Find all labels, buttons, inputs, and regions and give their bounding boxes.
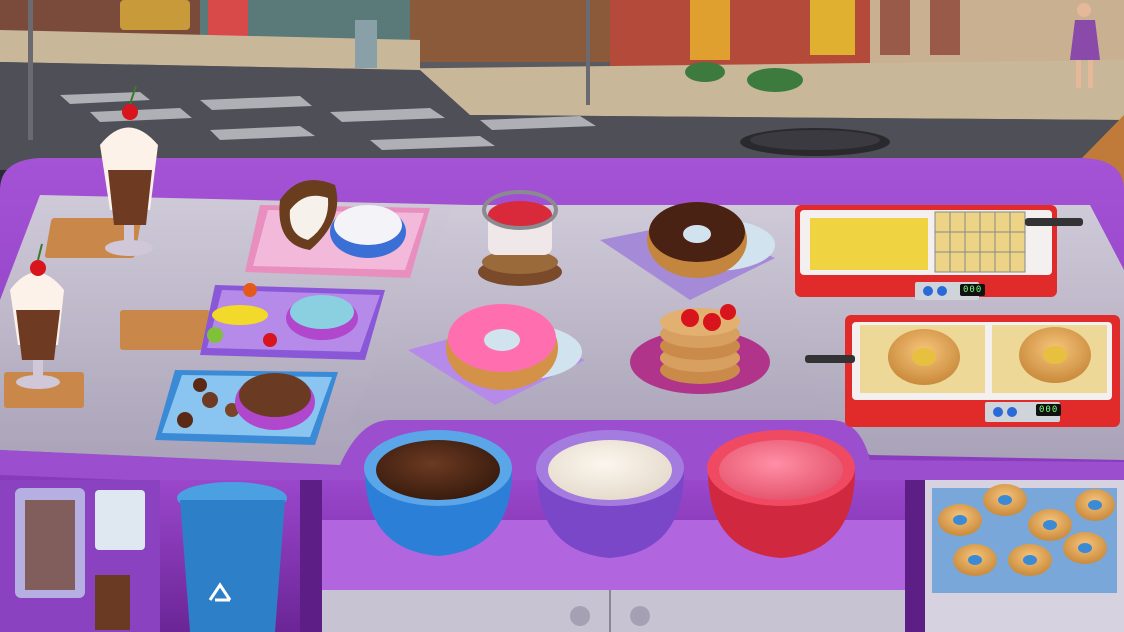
donut-display-case[interactable]: [925, 480, 1124, 632]
coffee-machine[interactable]: [0, 480, 160, 632]
fryer-bottom-display: 000: [1036, 404, 1062, 416]
fryer-top-display: 000: [960, 284, 986, 296]
game-scene: 000 000: [0, 0, 1124, 632]
empty-coaster[interactable]: [120, 310, 210, 350]
recycle-bin[interactable]: [177, 482, 287, 632]
fryer-top[interactable]: [795, 205, 1083, 300]
kitchen-counter-scene: [0, 0, 1124, 632]
chocolate-tray[interactable]: [155, 370, 338, 445]
fruit-tray[interactable]: [200, 283, 385, 360]
fryer-bottom[interactable]: [805, 315, 1120, 427]
